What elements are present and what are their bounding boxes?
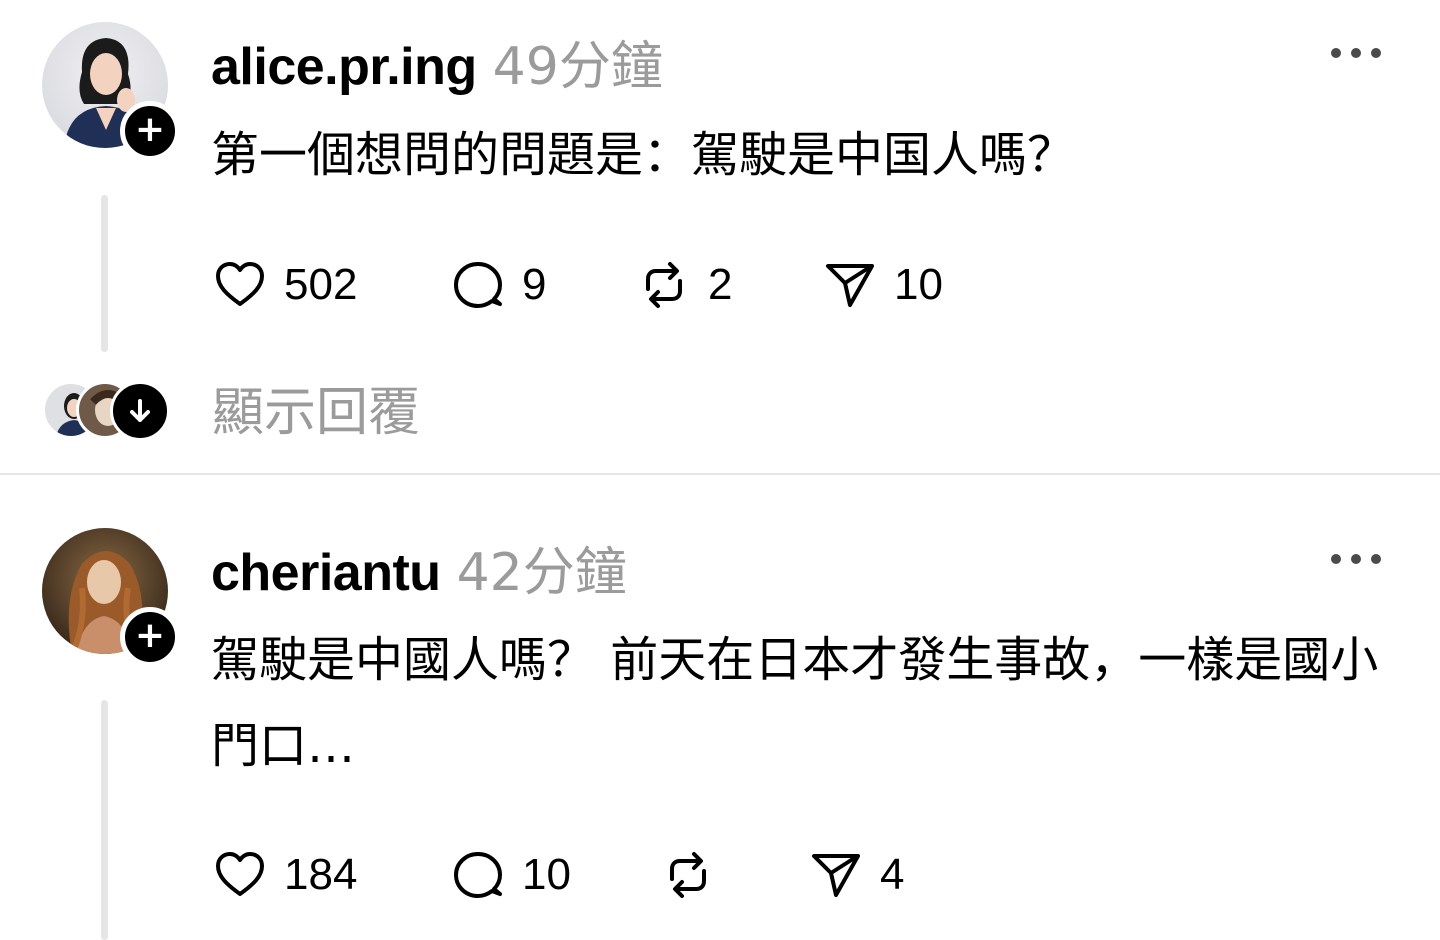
plus-icon: +: [134, 615, 166, 656]
comment-count: 10: [522, 850, 571, 899]
send-icon: [812, 854, 860, 897]
comment-button[interactable]: 10: [450, 847, 571, 903]
comment-bubble-icon: [454, 852, 502, 898]
thread-line: [101, 700, 108, 940]
share-count: 4: [880, 850, 905, 899]
follow-button[interactable]: +: [120, 607, 180, 667]
heart-icon: [216, 852, 264, 896]
post-header: cheriantu 42分鐘: [211, 530, 627, 605]
repost-button[interactable]: [660, 847, 732, 903]
post-text: 駕駛是中國人嗎？ 前天在日本才發生事故，一樣是國小門口…: [211, 632, 1379, 774]
repost-icon: [670, 852, 706, 898]
like-count: 184: [284, 850, 358, 899]
like-button[interactable]: 184: [212, 847, 357, 903]
username[interactable]: cheriantu: [211, 543, 441, 603]
post: + cheriantu 42分鐘 駕駛是中國人嗎？ 前天在日本才發生事故，一樣是…: [0, 0, 1440, 940]
divider: [0, 473, 1440, 475]
more-options-icon[interactable]: [1331, 552, 1381, 566]
timestamp: 42分鐘: [456, 543, 627, 603]
share-button[interactable]: 4: [808, 847, 904, 903]
